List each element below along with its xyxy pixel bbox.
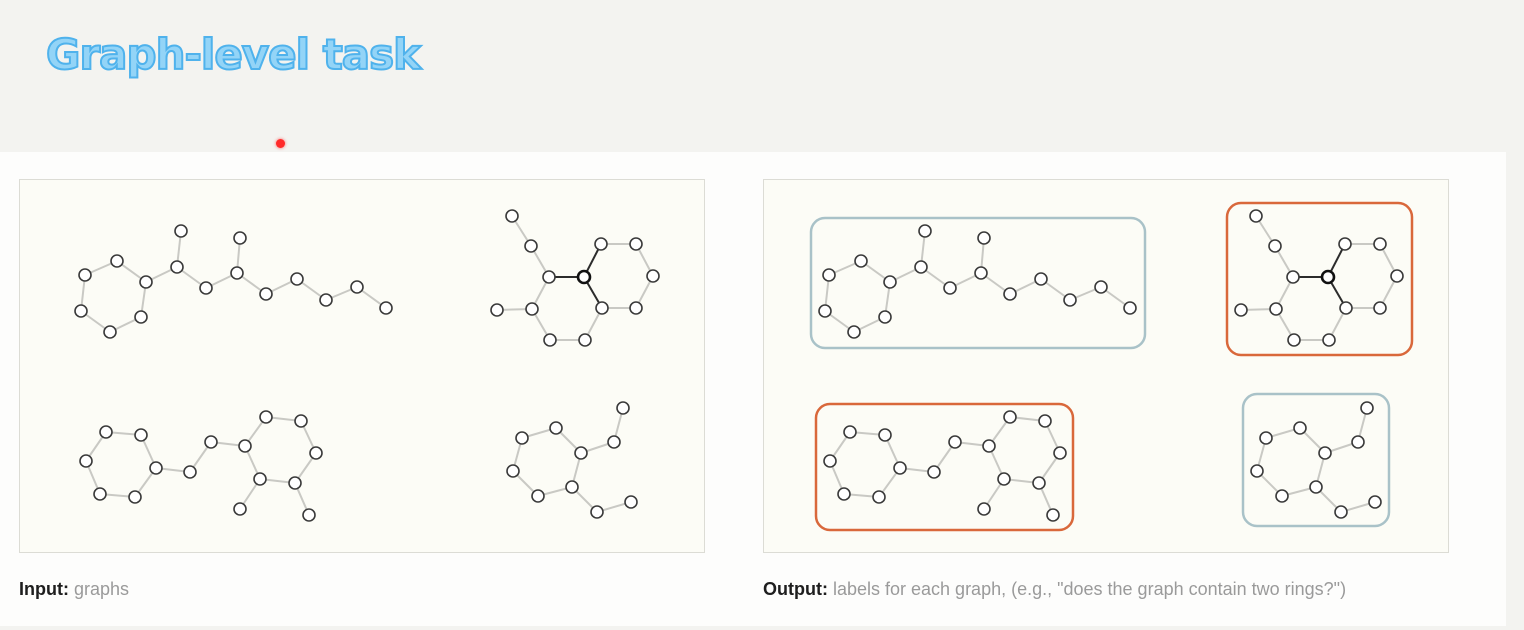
output-graph-1 bbox=[809, 216, 1147, 350]
output-labels-panel bbox=[763, 179, 1449, 553]
output-graph-4 bbox=[1241, 392, 1391, 528]
input-graphs-figure bbox=[74, 209, 660, 522]
slide-title: Graph-level task bbox=[45, 29, 422, 80]
input-graph-4 bbox=[506, 401, 638, 519]
output-graph-3 bbox=[814, 402, 1075, 532]
input-graph-3 bbox=[79, 410, 323, 522]
laser-pointer-dot bbox=[276, 139, 285, 148]
label-box-orange bbox=[1225, 201, 1414, 357]
input-graphs-panel bbox=[19, 179, 705, 553]
input-graph-2 bbox=[490, 209, 660, 347]
output-caption-text: labels for each graph, (e.g., "does the … bbox=[832, 579, 1347, 599]
input-caption-label: Input: bbox=[19, 579, 69, 599]
output-caption: Output: labels for each graph, (e.g., "d… bbox=[763, 579, 1346, 600]
output-graphs-figure bbox=[809, 201, 1414, 532]
input-caption: Input: graphs bbox=[19, 579, 129, 600]
input-caption-text: graphs bbox=[74, 579, 130, 599]
label-box-orange bbox=[814, 402, 1075, 532]
output-caption-label: Output: bbox=[763, 579, 828, 599]
input-graph-1 bbox=[74, 224, 393, 339]
output-graph-2 bbox=[1225, 201, 1414, 357]
